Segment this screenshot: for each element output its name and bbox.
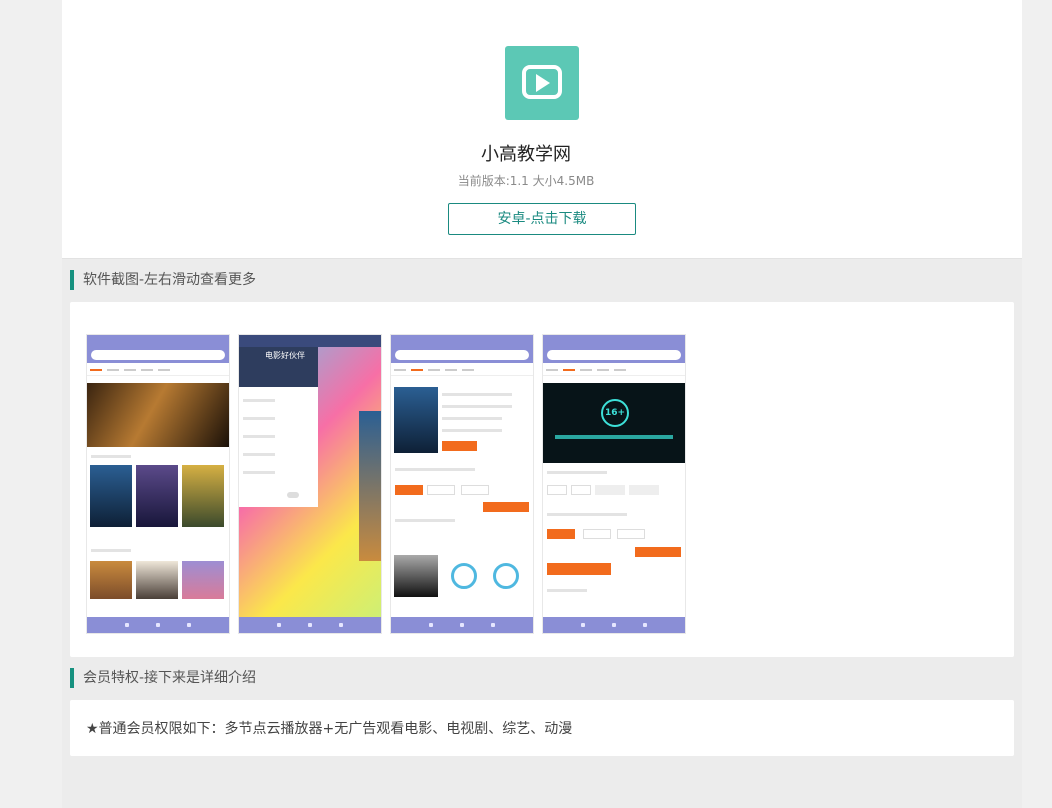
android-download-button[interactable]: 安卓-点击下载: [448, 203, 636, 235]
member-privileges-text: ★普通会员权限如下：多节点云播放器+无广告观看电影、电视剧、综艺、动漫: [86, 721, 573, 737]
screenshot-player[interactable]: 16+: [543, 335, 685, 633]
app-name: 小高教学网: [481, 144, 571, 165]
menu-title: 电影好伙伴: [265, 351, 305, 360]
screenshot-detail[interactable]: [391, 335, 533, 633]
screenshot-home[interactable]: [87, 335, 229, 633]
member-section-title: 会员特权-接下来是详细介绍: [70, 668, 256, 688]
age-badge: 16+: [601, 399, 629, 427]
member-privileges-panel: ★普通会员权限如下：多节点云播放器+无广告观看电影、电视剧、综艺、动漫: [70, 700, 1014, 756]
screenshot-menu[interactable]: 电影好伙伴: [239, 335, 381, 633]
screenshots-carousel[interactable]: 电影好伙伴 16+: [70, 302, 1014, 657]
screenshots-section-title: 软件截图-左右滑动查看更多: [70, 270, 256, 290]
app-version-size: 当前版本:1.1 大小4.5MB: [457, 174, 595, 188]
app-play-icon: [505, 46, 579, 120]
